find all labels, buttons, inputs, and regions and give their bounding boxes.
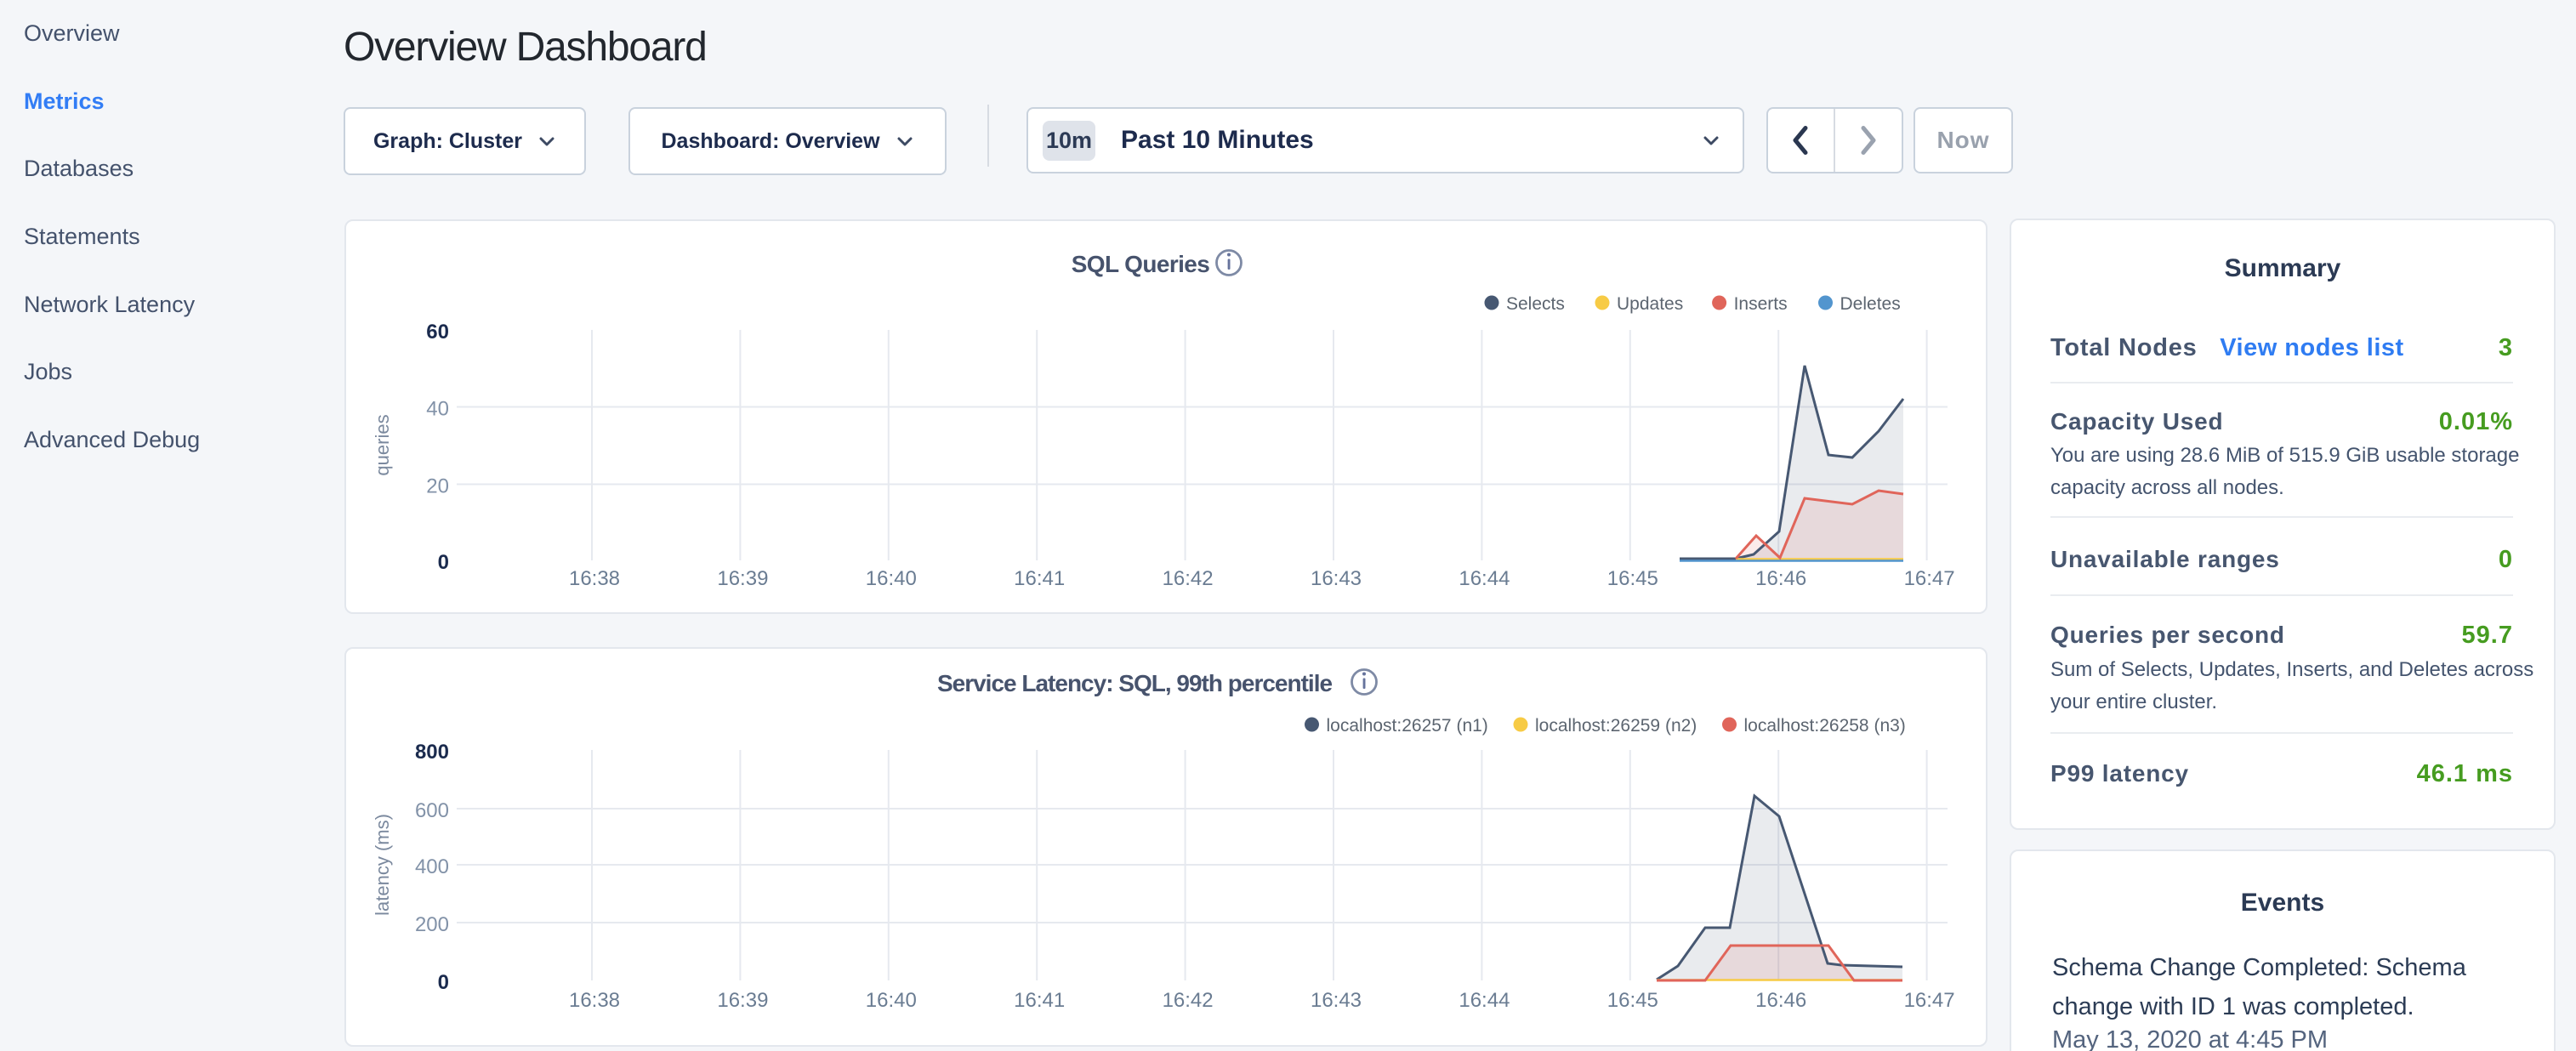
svg-text:16:44: 16:44: [1459, 989, 1510, 1012]
svg-text:16:41: 16:41: [1014, 567, 1065, 590]
svg-text:20: 20: [426, 475, 449, 498]
svg-text:200: 200: [415, 913, 449, 936]
svg-text:16:40: 16:40: [866, 567, 917, 590]
svg-text:16:41: 16:41: [1014, 989, 1065, 1012]
svg-text:16:45: 16:45: [1607, 567, 1658, 590]
svg-text:16:46: 16:46: [1755, 567, 1806, 590]
svg-text:16:38: 16:38: [569, 989, 620, 1012]
svg-text:localhost:26259 (n2): localhost:26259 (n2): [1535, 716, 1697, 736]
svg-text:16:38: 16:38: [569, 567, 620, 590]
svg-text:Updates: Updates: [1617, 294, 1683, 314]
svg-text:16:42: 16:42: [1163, 989, 1214, 1012]
svg-text:SQL Queries: SQL Queries: [1072, 251, 1210, 277]
svg-text:16:39: 16:39: [717, 989, 768, 1012]
svg-text:Deletes: Deletes: [1840, 294, 1901, 314]
svg-text:queries: queries: [372, 414, 393, 475]
svg-text:16:42: 16:42: [1163, 567, 1214, 590]
svg-text:0: 0: [438, 971, 449, 994]
svg-text:localhost:26257 (n1): localhost:26257 (n1): [1327, 716, 1488, 736]
svg-text:Selects: Selects: [1506, 294, 1565, 314]
svg-text:16:47: 16:47: [1904, 989, 1955, 1012]
svg-text:16:45: 16:45: [1607, 989, 1658, 1012]
svg-text:600: 600: [415, 799, 449, 822]
svg-text:16:39: 16:39: [717, 567, 768, 590]
svg-text:localhost:26258 (n3): localhost:26258 (n3): [1744, 716, 1906, 736]
svg-text:16:46: 16:46: [1755, 989, 1806, 1012]
svg-text:16:43: 16:43: [1311, 989, 1362, 1012]
svg-text:16:43: 16:43: [1311, 567, 1362, 590]
svg-text:16:44: 16:44: [1459, 567, 1510, 590]
svg-text:16:47: 16:47: [1904, 567, 1955, 590]
svg-text:16:40: 16:40: [866, 989, 917, 1012]
svg-text:0: 0: [438, 551, 449, 574]
svg-text:latency (ms): latency (ms): [372, 814, 393, 916]
svg-text:60: 60: [426, 321, 449, 344]
svg-text:40: 40: [426, 398, 449, 421]
svg-text:800: 800: [415, 741, 449, 764]
svg-text:Service Latency: SQL, 99th per: Service Latency: SQL, 99th percentile: [937, 670, 1333, 696]
svg-text:Inserts: Inserts: [1734, 294, 1788, 314]
svg-text:400: 400: [415, 855, 449, 878]
